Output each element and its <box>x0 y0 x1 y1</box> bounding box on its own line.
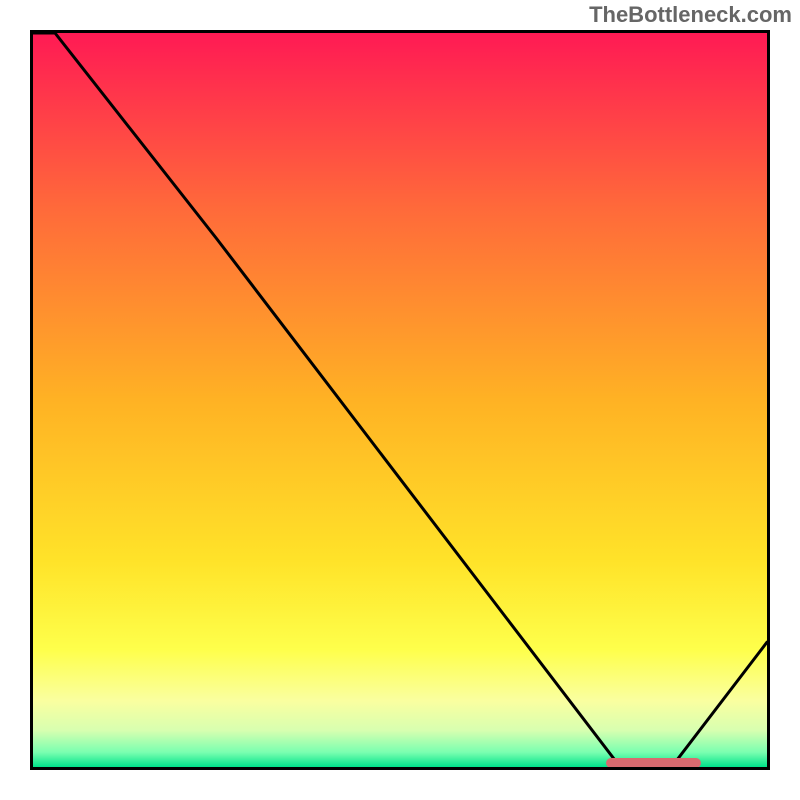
axis-top <box>30 30 770 33</box>
axis-left <box>30 30 33 770</box>
plot-area <box>33 33 767 767</box>
watermark-text: TheBottleneck.com <box>589 2 792 28</box>
axis-bottom <box>30 767 770 770</box>
axis-right <box>767 30 770 770</box>
data-line <box>33 33 767 767</box>
